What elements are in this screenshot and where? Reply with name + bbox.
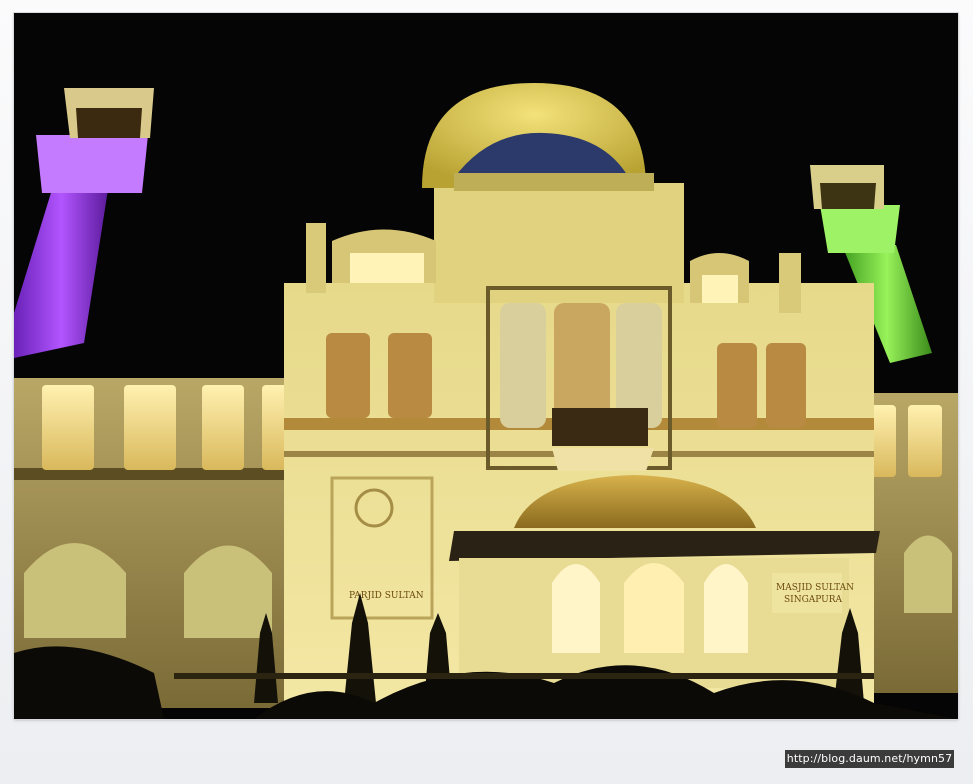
right-plaque: MASJID SULTAN SINGAPURA <box>772 573 854 613</box>
blog-watermark: http://blog.daum.net/hymn57 <box>785 750 954 768</box>
right-plaque-line1: MASJID SULTAN <box>776 583 854 593</box>
right-plaque-line2: SINGAPURA <box>784 595 843 605</box>
mosque-photo: PARJID SULTAN MASJID SULTAN SINGAPURA <box>14 13 958 719</box>
